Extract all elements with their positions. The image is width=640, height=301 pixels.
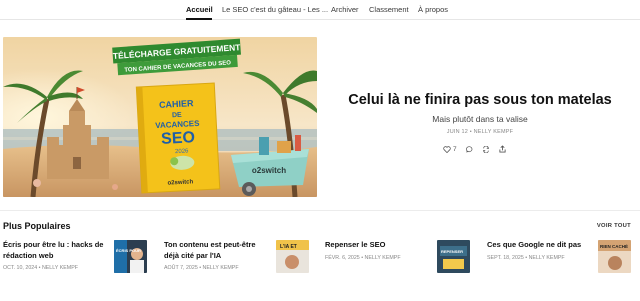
card-meta: OCT. 10, 2024 • NELLY KEMPF	[3, 265, 78, 271]
nav-item-classement[interactable]: Classement	[369, 5, 409, 14]
popular-card[interactable]: Repenser le SEO FÉVR. 6, 2025 • NELLY KE…	[325, 240, 433, 280]
thumb-text: RIEN CACHÉ	[600, 242, 628, 249]
nav-item-accueil[interactable]: Accueil	[186, 5, 213, 14]
heart-icon	[443, 145, 451, 153]
share-icon	[499, 145, 506, 153]
nav-item-a-propos[interactable]: À propos	[418, 5, 448, 14]
book-year: 2026	[175, 148, 189, 155]
thumb-text: ÉCRIS POUR	[116, 248, 141, 253]
nav-active-indicator	[186, 18, 212, 20]
thumb-text: REPENSER	[441, 249, 463, 254]
thumb-text: L'IA ET	[280, 244, 297, 250]
book-title-1: CAHIER	[159, 98, 194, 110]
see-all-link[interactable]: VOIR TOUT	[597, 223, 631, 229]
card-meta: AOÛT 7, 2025 • NELLY KEMPF	[164, 265, 239, 271]
nav-item-archiver[interactable]: Archiver	[331, 5, 359, 14]
hero-meta: JUIN 12 • NELLY KEMPF	[446, 129, 514, 135]
card-meta: FÉVR. 6, 2025 • NELLY KEMPF	[325, 255, 401, 261]
card-thumbnail[interactable]: L'IA ET	[276, 240, 309, 273]
comment-icon	[465, 145, 472, 153]
card-meta: SEPT. 18, 2025 • NELLY KEMPF	[487, 255, 565, 261]
section-divider	[0, 210, 640, 211]
card-title[interactable]: Ces que Google ne dit pas	[487, 240, 595, 251]
share-button[interactable]	[499, 145, 506, 153]
top-nav: Accueil Le SEO c'est du gâteau - Les ...…	[0, 0, 640, 20]
card-title[interactable]: Ton contenu est peut-être déjà cité par …	[164, 240, 264, 261]
hero-title[interactable]: Celui là ne finira pas sous ton matelas	[330, 92, 630, 108]
book-title-2: DE	[172, 112, 182, 120]
comment-button[interactable]	[465, 145, 473, 153]
restack-button[interactable]	[482, 145, 490, 153]
book-title-4: SEO	[161, 129, 196, 148]
popular-heading: Plus Populaires	[3, 221, 71, 231]
restack-icon	[482, 145, 489, 153]
wheelbarrow-brand: o2switch	[252, 166, 286, 175]
card-thumbnail[interactable]: ÉCRIS POUR	[114, 240, 147, 273]
hero-actions: 7	[443, 143, 506, 155]
card-title[interactable]: Repenser le SEO	[325, 240, 433, 251]
hero-subtitle: Mais plutôt dans ta valise	[432, 114, 528, 124]
popular-card[interactable]: Ton contenu est peut-être déjà cité par …	[164, 240, 272, 280]
hero-image[interactable]: CAHIER DE VACANCES SEO 2026 o2switch TÉL…	[3, 37, 317, 197]
card-thumbnail[interactable]: RIEN CACHÉ	[598, 240, 631, 273]
popular-card[interactable]: Écris pour être lu : hacks de rédaction …	[3, 240, 111, 280]
nav-item-seo-gateau[interactable]: Le SEO c'est du gâteau - Les ...	[222, 5, 328, 14]
card-thumbnail[interactable]: REPENSER	[437, 240, 470, 273]
like-count: 7	[453, 145, 457, 153]
popular-card[interactable]: Ces que Google ne dit pas SEPT. 18, 2025…	[487, 240, 595, 280]
card-title[interactable]: Écris pour être lu : hacks de rédaction …	[3, 240, 111, 261]
like-button[interactable]: 7	[443, 146, 457, 153]
